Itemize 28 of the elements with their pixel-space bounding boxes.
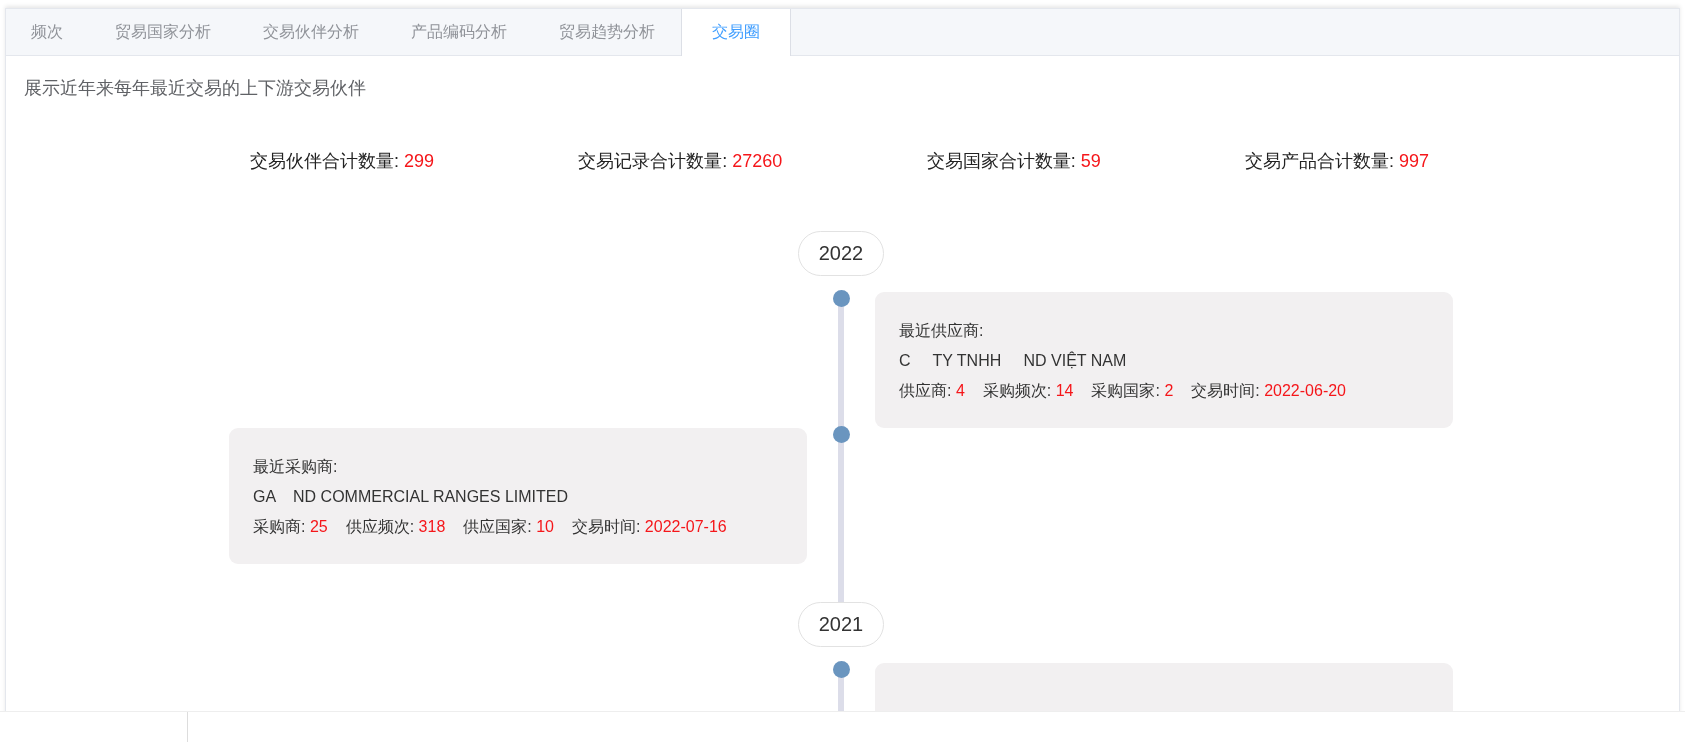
card-stat: 采购频次: 14 [982, 381, 1074, 401]
card-title: 最近供应商: [899, 321, 985, 341]
company-name: C TY TNHH ND VIỆT NAM [899, 350, 1128, 371]
card-stat: 采购商: 25 [253, 517, 328, 537]
card-stat: 采购国家: 2 [1091, 381, 1174, 401]
tab[interactable]: 交易圈 [681, 9, 791, 56]
card-title: 最近采购商: [253, 457, 339, 477]
summary-stat: 交易产品合计数量: 997 [1244, 150, 1429, 173]
card-stat: 交易时间: 2022-06-20 [1191, 381, 1346, 401]
tab[interactable]: 贸易国家分析 [89, 9, 237, 56]
description-text: 展示近年来每年最近交易的上下游交易伙伴 [23, 77, 367, 100]
card-stat: 供应频次: 318 [345, 517, 446, 537]
tab[interactable]: 贸易趋势分析 [533, 9, 681, 56]
timeline-dot [832, 426, 850, 443]
timeline-dot [832, 661, 850, 678]
summary-stat: 交易记录合计数量: 27260 [578, 150, 783, 173]
summary-stat: 交易伙伴合计数量: 299 [250, 150, 435, 173]
year-badge: 2021 [797, 602, 885, 647]
company-name: GA ND COMMERCIAL RANGES LIMITED [253, 487, 569, 507]
card-stat: 交易时间: 2022-07-16 [571, 517, 727, 537]
timeline-dot [832, 290, 850, 307]
tab[interactable]: 交易伙伴分析 [237, 9, 385, 56]
card-stat: 供应国家: 10 [463, 517, 554, 537]
tab[interactable]: 频次 [6, 9, 89, 56]
summary-stat: 交易国家合计数量: 59 [926, 150, 1101, 173]
tab[interactable]: 产品编码分析 [385, 9, 533, 56]
card-stat: 供应商: 4 [899, 381, 965, 401]
year-badge: 2022 [797, 231, 885, 276]
